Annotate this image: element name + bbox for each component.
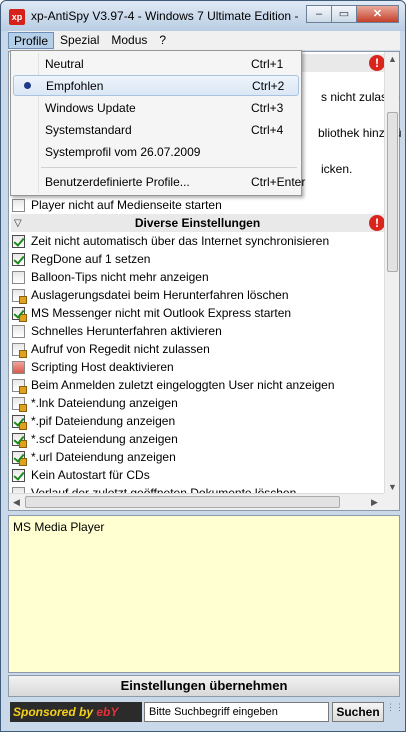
setting-item[interactable]: Scripting Host deaktivieren [11,358,389,376]
profile-dropdown-menu: Neutral Ctrl+1 Empfohlen Ctrl+2 Windows … [10,50,305,196]
setting-item[interactable]: Balloon-Tips nicht mehr anzeigen [11,268,389,286]
menu-item-systemstandard[interactable]: Systemstandard Ctrl+4 [13,119,299,140]
setting-label: MS Messenger nicht mit Outlook Express s… [31,306,292,320]
warning-icon: ! [369,215,385,231]
scroll-up-icon[interactable]: ▲ [388,54,397,64]
setting-label: Auslagerungsdatei beim Herunterfahren lö… [31,288,289,302]
checkbox[interactable] [12,378,27,394]
checkbox[interactable] [12,342,27,358]
menu-item-empfohlen[interactable]: Empfohlen Ctrl+2 [13,75,299,96]
setting-item[interactable]: Beim Anmelden zuletzt eingeloggten User … [11,376,389,394]
menu-separator [41,167,297,168]
close-button[interactable]: ✕ [356,5,399,23]
checkbox[interactable] [12,234,25,248]
setting-label: Player nicht auf Medienseite starten [31,198,222,212]
setting-item[interactable]: Auslagerungsdatei beim Herunterfahren lö… [11,286,389,304]
section-title: Diverse Einstellungen [134,216,261,230]
description-text: MS Media Player [13,520,105,534]
menu-item-custom-profiles[interactable]: Benutzerdefinierte Profile... Ctrl+Enter [13,171,305,192]
horizontal-scrollbar[interactable]: ◀ ▶ [9,493,385,510]
checkbox[interactable] [12,414,27,430]
checkbox[interactable] [12,468,25,482]
description-box: MS Media Player [8,515,400,673]
menu-bar: Profile Spezial Modus ? [8,31,400,50]
setting-label: RegDone auf 1 setzen [31,252,151,266]
scroll-right-icon[interactable]: ▶ [371,497,378,508]
grip-icon: ⋮⋮ [386,702,404,712]
checkbox[interactable] [12,198,25,212]
maximize-button[interactable]: ▭ [331,5,357,23]
menu-help[interactable]: ? [153,32,172,49]
setting-label: *.scf Dateiendung anzeigen [31,432,178,446]
scroll-down-icon[interactable]: ▼ [388,482,397,492]
menu-profile[interactable]: Profile [8,32,55,49]
scroll-left-icon[interactable]: ◀ [13,497,20,508]
checkbox[interactable] [12,252,25,266]
menu-item-windows-update[interactable]: Windows Update Ctrl+3 [13,97,299,118]
checkbox[interactable] [12,324,25,338]
setting-label: Schnelles Herunterfahren aktivieren [31,324,222,338]
ebay-search-input[interactable] [144,702,329,722]
checkbox[interactable] [12,396,27,412]
search-button[interactable]: Suchen [332,702,384,722]
setting-label: Beim Anmelden zuletzt eingeloggten User … [31,378,335,392]
size-grip [384,493,399,510]
sponsored-by-ebay-logo[interactable]: Sponsored by ebY [10,702,142,722]
setting-label: *.pif Dateiendung anzeigen [31,414,176,428]
setting-item[interactable]: Schnelles Herunterfahren aktivieren [11,322,389,340]
title-bar[interactable]: xp xp-AntiSpy V3.97-4 - Windows 7 Ultima… [1,1,405,31]
setting-item[interactable]: *.url Dateiendung anzeigen [11,448,389,466]
setting-item[interactable]: *.scf Dateiendung anzeigen [11,430,389,448]
checkbox[interactable] [12,270,25,284]
setting-label: *.lnk Dateiendung anzeigen [31,396,178,410]
setting-item[interactable]: Zeit nicht automatisch über das Internet… [11,232,389,250]
radio-selected-icon [24,82,31,89]
app-window: xp xp-AntiSpy V3.97-4 - Windows 7 Ultima… [0,0,406,732]
setting-label: Kein Autostart für CDs [31,468,150,482]
setting-label: Scripting Host deaktivieren [31,360,174,374]
section-header-diverse[interactable]: ▽ Diverse Einstellungen ! [11,214,389,232]
ad-bar: Sponsored by ebY Suchen ⋮⋮ [8,699,404,724]
setting-item[interactable]: *.pif Dateiendung anzeigen [11,412,389,430]
scroll-thumb[interactable] [387,112,398,272]
checkbox[interactable] [12,432,27,448]
menu-modus[interactable]: Modus [105,32,153,49]
setting-item[interactable]: Kein Autostart für CDs [11,466,389,484]
checkbox[interactable] [12,450,27,466]
setting-label: *.url Dateiendung anzeigen [31,450,176,464]
checkbox[interactable] [12,288,27,304]
setting-item[interactable]: RegDone auf 1 setzen [11,250,389,268]
collapse-arrow-icon[interactable]: ▽ [14,218,26,229]
window-title: xp-AntiSpy V3.97-4 - Windows 7 Ultimate … [31,9,299,23]
vertical-scrollbar[interactable]: ▲ ▼ [384,52,399,494]
setting-item[interactable]: MS Messenger nicht mit Outlook Express s… [11,304,389,322]
setting-item[interactable]: Player nicht auf Medienseite starten [11,196,389,214]
warning-icon: ! [369,55,385,71]
setting-label: Aufruf von Regedit nicht zulassen [31,342,210,356]
minimize-button[interactable]: – [306,5,332,23]
app-icon[interactable]: xp [9,9,25,25]
setting-label: Zeit nicht automatisch über das Internet… [31,234,330,248]
partial-item-text: icken. [321,162,353,176]
apply-settings-button[interactable]: Einstellungen übernehmen [8,675,400,697]
setting-item[interactable]: *.lnk Dateiendung anzeigen [11,394,389,412]
checkbox[interactable] [12,360,25,374]
menu-item-neutral[interactable]: Neutral Ctrl+1 [13,53,299,74]
scroll-thumb[interactable] [25,496,340,508]
menu-item-systemprofil[interactable]: Systemprofil vom 26.07.2009 [13,141,299,162]
setting-item[interactable]: Aufruf von Regedit nicht zulassen [11,340,389,358]
setting-label: Balloon-Tips nicht mehr anzeigen [31,270,209,284]
menu-spezial[interactable]: Spezial [54,32,105,49]
checkbox[interactable] [12,306,27,322]
